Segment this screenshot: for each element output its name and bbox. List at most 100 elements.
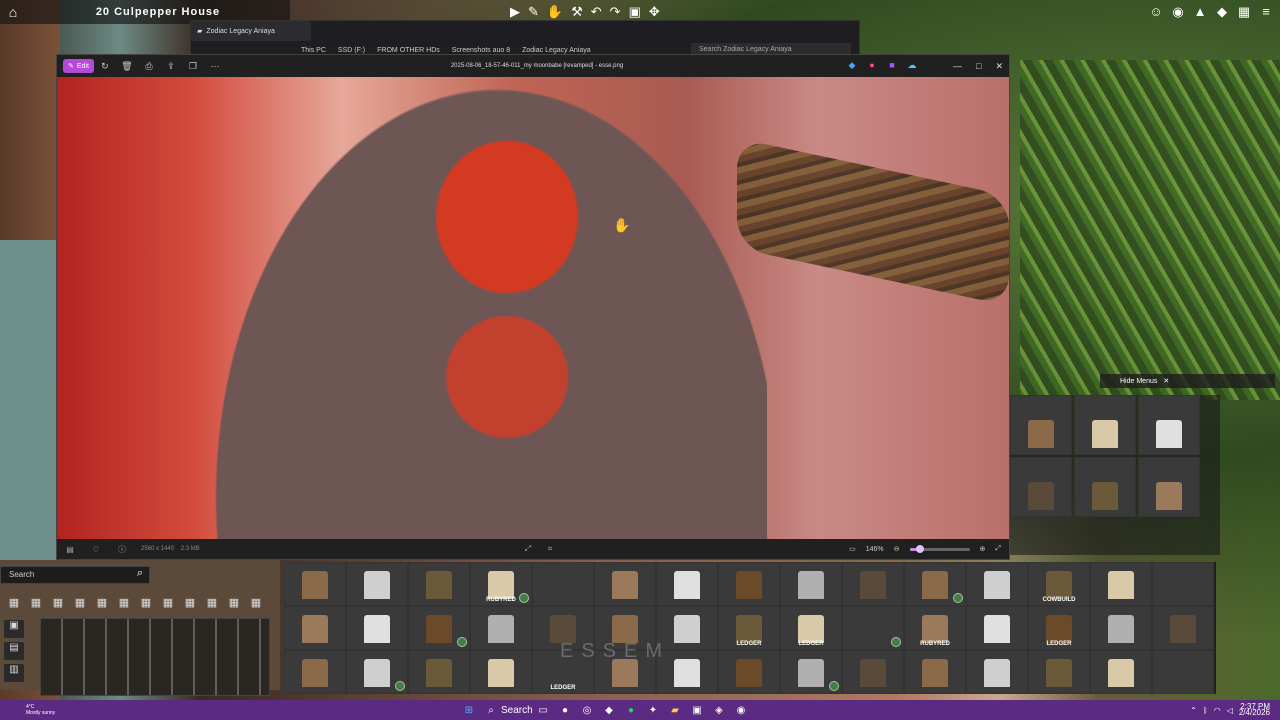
filter-icon[interactable]: ▦	[160, 595, 176, 611]
catalog-item[interactable]	[1090, 650, 1152, 694]
breadcrumb-item[interactable]: Screenshots auo 8	[452, 47, 510, 54]
app-icon[interactable]: ▣	[690, 705, 704, 716]
app-icon[interactable]: ◆	[602, 705, 616, 716]
catalog-item[interactable]	[1074, 395, 1136, 455]
catalog-item[interactable]	[966, 606, 1028, 650]
catalog-item[interactable]	[966, 562, 1028, 606]
catalog-item[interactable]: LEDGER	[1028, 606, 1090, 650]
breadcrumb-item[interactable]: SSD (F:)	[338, 47, 365, 54]
swatch-badge[interactable]	[829, 681, 839, 691]
catalog-item[interactable]: RUBYRED	[470, 562, 532, 606]
catalog-item[interactable]	[780, 562, 842, 606]
breadcrumb-item[interactable]: This PC	[301, 47, 326, 54]
cube-icon[interactable]: ◆	[1214, 4, 1230, 20]
camera-icon[interactable]: ▣	[629, 4, 641, 20]
task-view-icon[interactable]: ▭	[536, 705, 550, 716]
print-icon[interactable]: ⎙	[138, 61, 160, 72]
catalog-item[interactable]	[780, 650, 842, 694]
catalog-item[interactable]	[1138, 395, 1200, 455]
hand-icon[interactable]: ✋	[547, 4, 563, 20]
minimize-icon[interactable]: —	[953, 61, 962, 71]
bluetooth-icon[interactable]: ᛒ	[1203, 706, 1208, 715]
zoom-in-icon[interactable]: ⊕	[980, 545, 986, 553]
filter-icon[interactable]: ▦	[72, 595, 88, 611]
catalog-item[interactable]	[1090, 562, 1152, 606]
search-icon[interactable]: ⌕	[132, 567, 148, 583]
delete-icon[interactable]: 🗑	[116, 61, 138, 72]
catalog-item[interactable]	[470, 606, 532, 650]
swatch-badge[interactable]	[891, 637, 901, 647]
zoom-out-icon[interactable]: ⊖	[894, 545, 900, 553]
close-icon[interactable]: ✕	[995, 61, 1003, 72]
chevron-up-icon[interactable]: ⌃	[1190, 706, 1197, 715]
clock[interactable]: 2:37 PM 2/4/2026	[1239, 703, 1270, 717]
volume-icon[interactable]: ◁	[1227, 706, 1233, 715]
catalog-item[interactable]	[1138, 457, 1200, 517]
hide-menus-button[interactable]: Hide Menus	[1120, 378, 1157, 385]
maximize-icon[interactable]: □	[976, 61, 981, 71]
catalog-item[interactable]	[532, 562, 594, 606]
catalog-item[interactable]	[842, 650, 904, 694]
catalog-item[interactable]	[408, 562, 470, 606]
catalog-item[interactable]	[1090, 606, 1152, 650]
zoom-slider-knob[interactable]	[916, 544, 925, 553]
app-icon[interactable]: ✦	[646, 705, 660, 716]
catalog-item[interactable]	[904, 562, 966, 606]
catalog-item[interactable]	[470, 650, 532, 694]
explorer-tab[interactable]: ▰ Zodiac Legacy Aniaya	[191, 21, 311, 41]
swatch-badge[interactable]	[519, 593, 529, 603]
eyedropper-icon[interactable]: ✎	[528, 4, 539, 20]
edit-button[interactable]: ✎ Edit	[63, 59, 94, 73]
filter-icon[interactable]: ▦	[248, 595, 264, 611]
close-icon[interactable]: ✕	[1163, 377, 1169, 385]
filter-icon[interactable]: ▦	[182, 595, 198, 611]
floor-up-icon[interactable]: ▲	[1192, 4, 1208, 20]
filter-icon[interactable]: ▦	[116, 595, 132, 611]
favorite-icon[interactable]: ♡	[83, 545, 109, 554]
explorer-icon[interactable]: ▰	[668, 705, 682, 716]
aspect-icon[interactable]: ▭	[849, 545, 856, 553]
catalog-item[interactable]	[1010, 457, 1072, 517]
catalog-item[interactable]	[1010, 395, 1072, 455]
swatch-badge[interactable]	[395, 681, 405, 691]
info-icon[interactable]: ⓘ	[109, 544, 135, 555]
app-icon[interactable]: ●	[867, 59, 877, 71]
crop-icon[interactable]: ⌗	[537, 544, 563, 554]
catalog-item[interactable]	[284, 650, 346, 694]
catalog-item[interactable]	[656, 562, 718, 606]
catalog-item[interactable]	[904, 650, 966, 694]
cloud-icon[interactable]: ☁	[907, 59, 917, 71]
app-icon[interactable]: ◆	[847, 59, 857, 71]
share-icon[interactable]: ⇪	[160, 61, 182, 72]
catalog-item[interactable]	[842, 562, 904, 606]
style-tab-icon[interactable]: ▥	[4, 664, 24, 682]
filter-icon[interactable]: ▦	[94, 595, 110, 611]
catalog-item[interactable]	[284, 606, 346, 650]
weather-widget[interactable]: 4°C Mostly sunny	[0, 704, 120, 716]
rotate-icon[interactable]: ↻	[94, 61, 116, 72]
catalog-item[interactable]: COWBUILD	[1028, 562, 1090, 606]
catalog-item[interactable]	[966, 650, 1028, 694]
catalog-item[interactable]	[284, 562, 346, 606]
room-tab-icon[interactable]: ▣	[4, 620, 24, 638]
catalog-item[interactable]	[1152, 606, 1214, 650]
home-icon[interactable]: ⌂	[0, 0, 26, 24]
fullscreen-icon[interactable]: ⤢	[995, 545, 1001, 553]
filter-icon[interactable]: ▦	[50, 595, 66, 611]
catalog-item[interactable]	[1028, 650, 1090, 694]
catalog-item[interactable]	[346, 562, 408, 606]
catalog-item[interactable]	[1152, 562, 1214, 606]
wifi-icon[interactable]: ◠	[1214, 706, 1221, 715]
more-icon[interactable]: ⋯	[204, 61, 226, 72]
catalog-item[interactable]	[1152, 650, 1214, 694]
catalog-item[interactable]	[842, 606, 904, 650]
app-icon[interactable]: ◉	[734, 705, 748, 716]
swatch-badge[interactable]	[457, 637, 467, 647]
filmstrip-icon[interactable]: ▤	[57, 545, 83, 554]
catalog-item[interactable]	[718, 650, 780, 694]
zoom-slider[interactable]	[909, 544, 970, 553]
filter-icon[interactable]: ▦	[138, 595, 154, 611]
catalog-item[interactable]: LEDGER	[780, 606, 842, 650]
filter-icon[interactable]: ▦	[226, 595, 242, 611]
app-icon[interactable]: ●	[558, 705, 572, 716]
